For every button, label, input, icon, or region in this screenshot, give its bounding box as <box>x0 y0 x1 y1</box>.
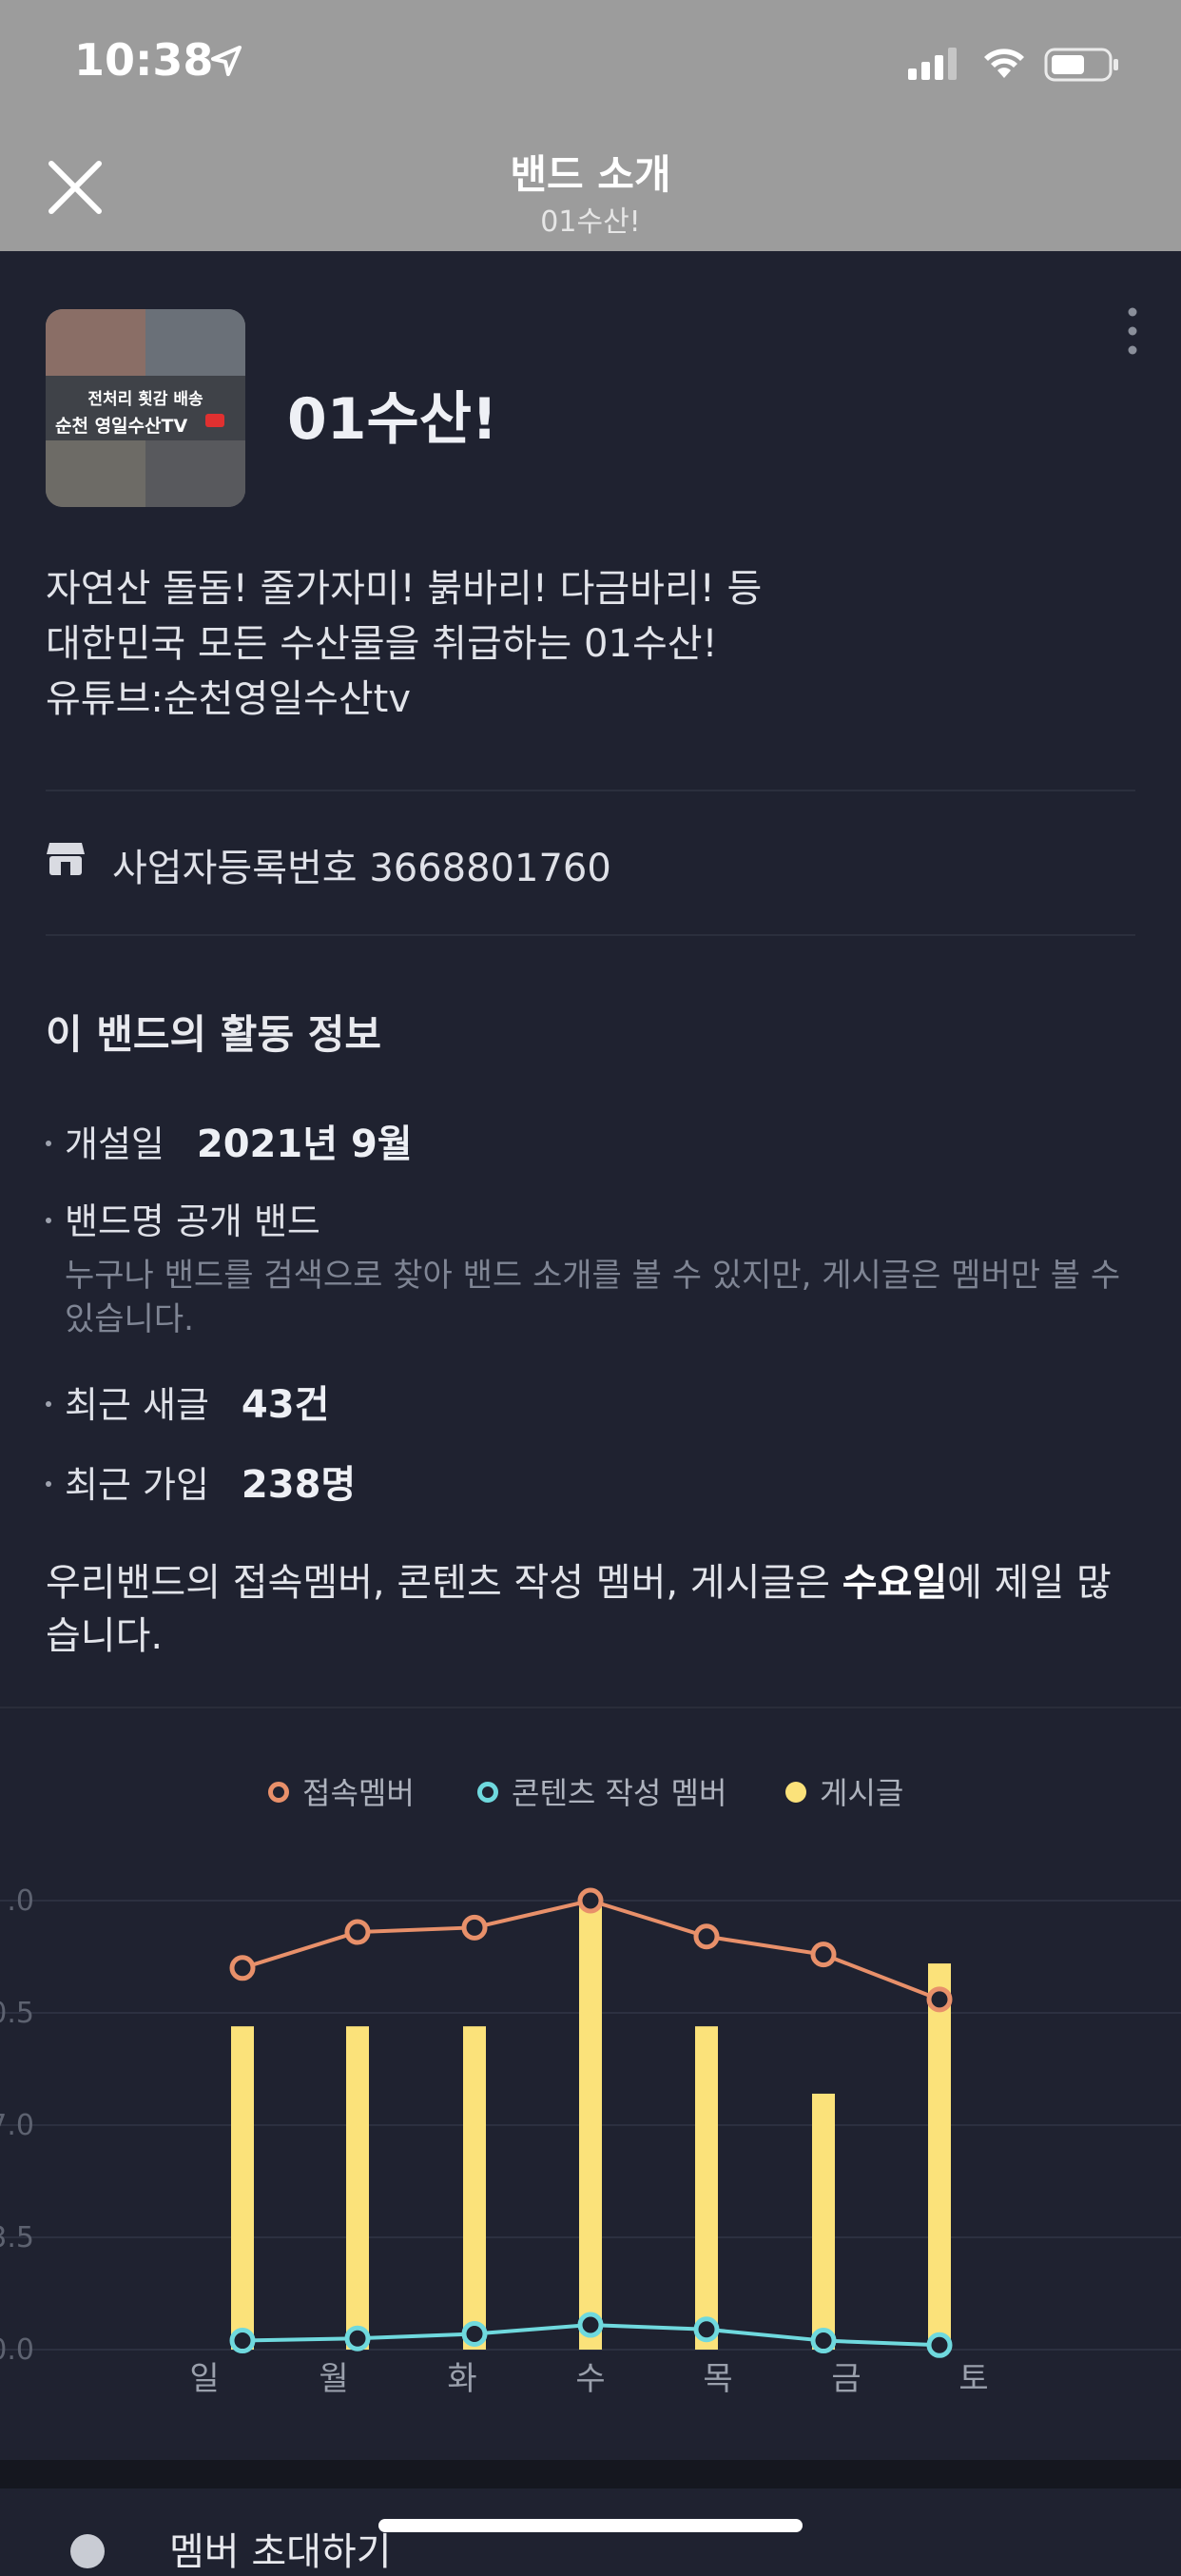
x-tick-label: 월 <box>319 2360 348 2397</box>
summary-prefix: 우리밴드의 접속멤버, 콘텐츠 작성 멤버, 게시글은 <box>46 1561 842 1605</box>
bar-posts <box>928 1963 951 2350</box>
page-subtitle: 01수산! <box>540 205 641 239</box>
opened-value: 2021년 9월 <box>196 1122 413 1166</box>
creator-point <box>461 2320 488 2347</box>
bar-posts <box>579 1901 602 2350</box>
recent-join-label: 최근 가입 <box>65 1464 209 1506</box>
legend-creator-label: 콘텐츠 작성 멤버 <box>512 1775 727 1811</box>
desc-line-2: 대한민국 모든 수산물을 취급하는 01수산! <box>46 622 718 666</box>
recent-posts-value: 43건 <box>241 1383 330 1427</box>
info-recent-join: 최근 가입 238명 <box>46 1454 356 1509</box>
type-label: 밴드명 공개 밴드 <box>65 1200 320 1242</box>
bar-posts <box>812 2093 835 2350</box>
legend-creator-marker-icon <box>477 1782 498 1803</box>
nav-bar: 밴드 소개 01수산! <box>0 133 1181 251</box>
access-point <box>926 1986 953 2013</box>
divider <box>0 1707 1181 1708</box>
bullet <box>46 1217 51 1223</box>
summary-bold-day: 수요일 <box>842 1561 948 1605</box>
access-point <box>810 1942 837 1968</box>
activity-summary: 우리밴드의 접속멤버, 콘텐츠 작성 멤버, 게시글은 수요일에 제일 많습니다… <box>46 1556 1139 1663</box>
location-arrow-icon <box>211 46 242 76</box>
store-icon <box>47 843 85 875</box>
x-tick-label: 목 <box>703 2360 732 2397</box>
chart-legend: 접속멤버 콘텐츠 작성 멤버 게시글 <box>0 1769 1181 1817</box>
y-tick-label: 0.5 <box>0 1997 34 2030</box>
x-tick-label: 일 <box>189 2360 219 2397</box>
desc-line-1: 자연산 돌돔! 줄가자미! 붉바리! 다금바리! 등 <box>46 567 763 611</box>
recent-posts-label: 최근 새글 <box>65 1384 209 1426</box>
access-point <box>461 1914 488 1941</box>
home-indicator <box>378 2519 803 2532</box>
invite-member-icon <box>70 2534 105 2568</box>
x-tick-label: 금 <box>831 2360 861 2397</box>
cover-text-2: 순천 영일수산TV <box>55 416 188 437</box>
legend-item-posts[interactable]: 게시글 <box>785 1769 903 1813</box>
activity-title: 이 밴드의 활동 정보 <box>46 1011 381 1058</box>
creator-point <box>344 2325 371 2352</box>
bar-posts <box>231 2026 254 2350</box>
divider <box>46 790 1135 791</box>
legend-posts-marker-icon <box>785 1782 806 1803</box>
legend-posts-label: 게시글 <box>820 1775 904 1811</box>
bar-posts <box>695 2026 718 2350</box>
more-options-icon[interactable] <box>1118 302 1147 360</box>
bullet <box>46 1480 51 1487</box>
legend-access-marker-icon <box>268 1782 289 1803</box>
legend-access-label: 접속멤버 <box>302 1775 415 1811</box>
legend-item-creator[interactable]: 콘텐츠 작성 멤버 <box>477 1769 726 1813</box>
section-separator <box>0 2460 1181 2488</box>
access-point <box>693 1923 720 1950</box>
bullet <box>46 1400 51 1407</box>
bar-posts <box>463 2026 486 2350</box>
legend-item-access[interactable]: 접속멤버 <box>268 1769 415 1813</box>
creator-point <box>229 2328 256 2354</box>
creator-point <box>926 2332 953 2358</box>
info-type: 밴드명 공개 밴드 <box>46 1192 320 1244</box>
type-description: 누구나 밴드를 검색으로 찾아 밴드 소개를 볼 수 있지만, 게시글은 멤버만… <box>65 1257 1121 1338</box>
access-point <box>577 1887 604 1914</box>
cover-text-1: 전처리 횟감 배송 <box>87 390 203 409</box>
status-time: 10:38 <box>74 34 214 86</box>
access-point <box>229 1955 256 1981</box>
bar-posts <box>346 2026 369 2350</box>
page-title: 밴드 소개 <box>510 151 671 198</box>
recent-join-value: 238명 <box>241 1463 357 1507</box>
info-opened: 개설일 2021년 9월 <box>46 1113 413 1168</box>
creator-point <box>810 2328 837 2354</box>
divider <box>46 934 1135 936</box>
band-name: 01수산! <box>287 386 498 453</box>
battery-icon <box>1044 48 1118 82</box>
opened-label: 개설일 <box>65 1123 165 1165</box>
info-recent-posts: 최근 새글 43건 <box>46 1374 329 1429</box>
wifi-icon <box>984 49 1024 78</box>
invite-member-label[interactable]: 멤버 초대하기 <box>169 2521 392 2576</box>
y-tick-label: 7.0 <box>0 2109 34 2142</box>
x-tick-label: 수 <box>575 2360 605 2397</box>
creator-point <box>577 2312 604 2338</box>
business-number: 사업자등록번호 3668801760 <box>112 847 611 890</box>
y-tick-label: 0.0 <box>0 2333 34 2367</box>
x-tick-label: 토 <box>958 2360 988 2397</box>
y-tick-label: .0 <box>7 1884 34 1918</box>
access-point <box>344 1919 371 1945</box>
band-cover-image[interactable]: 전처리 횟감 배송 순천 영일수산TV <box>46 309 245 507</box>
x-tick-label: 화 <box>447 2360 476 2397</box>
cellular-signal-icon <box>908 48 957 80</box>
status-bar: 10:38 <box>0 0 1181 133</box>
desc-line-3: 유튜브:순천영일수산tv <box>46 677 412 721</box>
y-tick-label: 3.5 <box>0 2221 34 2254</box>
creator-point <box>693 2316 720 2343</box>
activity-chart: .0 0.5 7.0 3.5 0.0 일 월 화 수 목 금 토 <box>0 1884 1181 2397</box>
band-description: 자연산 돌돔! 줄가자미! 붉바리! 다금바리! 등 대한민국 모든 수산물을 … <box>46 561 1139 727</box>
bullet <box>46 1140 51 1146</box>
